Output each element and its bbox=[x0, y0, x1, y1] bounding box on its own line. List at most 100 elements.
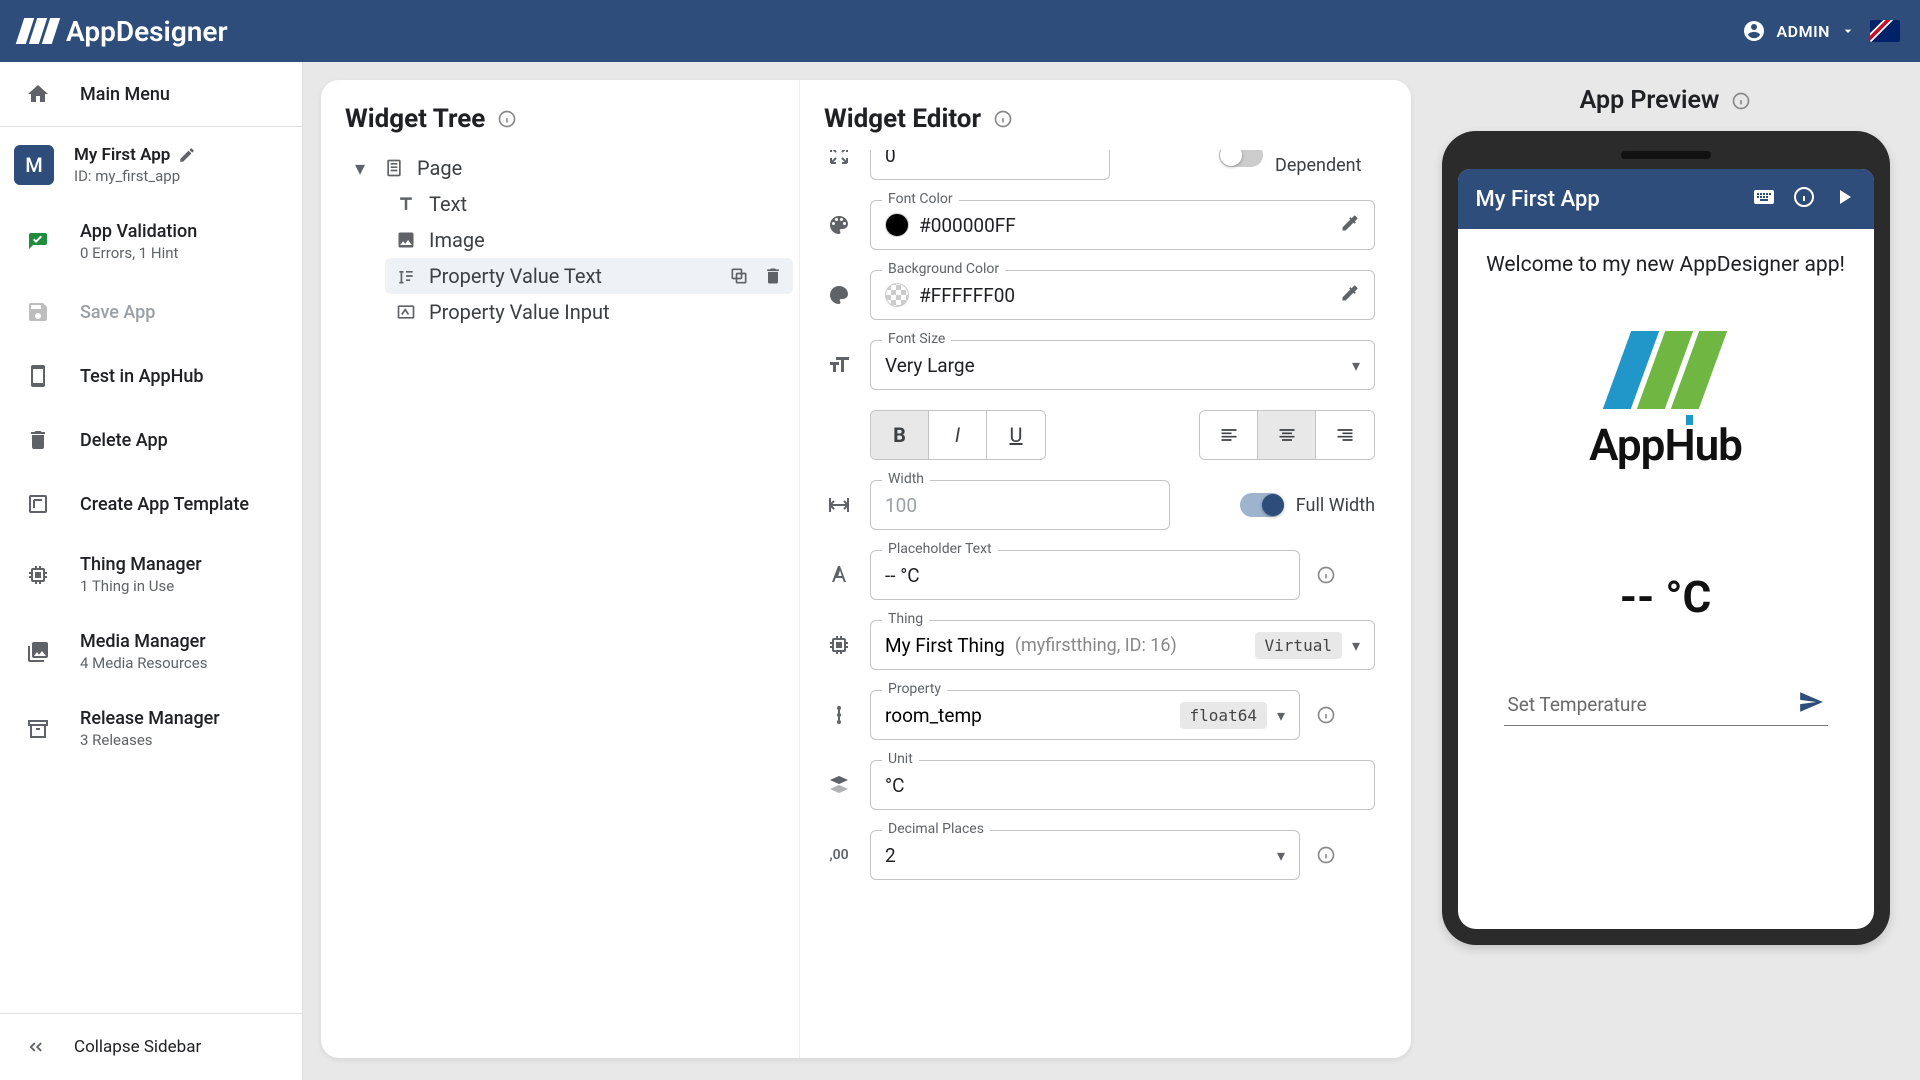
language-flag-uk[interactable] bbox=[1870, 20, 1900, 42]
direction-value-input[interactable] bbox=[885, 150, 1095, 167]
apphub-logo-text: AppHub bbox=[1589, 419, 1742, 471]
sidebar-thing-sub: 1 Thing in Use bbox=[80, 577, 202, 595]
width-label: Width bbox=[882, 471, 930, 487]
sidebar-save[interactable]: Save App bbox=[0, 280, 302, 344]
app-badge: M bbox=[14, 145, 54, 185]
eyedropper-icon[interactable] bbox=[1340, 213, 1360, 237]
user-area: ADMIN bbox=[1742, 19, 1900, 43]
bold-button[interactable]: B bbox=[871, 411, 929, 459]
chevron-double-left-icon bbox=[24, 1036, 46, 1058]
smartphone-icon bbox=[24, 362, 52, 390]
caret-down-icon: ▾ bbox=[355, 156, 371, 180]
sidebar-media-manager[interactable]: Media Manager 4 Media Resources bbox=[0, 613, 302, 690]
info-icon[interactable] bbox=[993, 109, 1013, 129]
property-input-icon bbox=[395, 301, 417, 323]
info-icon[interactable] bbox=[1316, 845, 1336, 865]
validation-icon bbox=[24, 228, 52, 256]
eyedropper-icon[interactable] bbox=[1340, 283, 1360, 307]
unit-input[interactable] bbox=[885, 774, 1360, 797]
template-icon bbox=[24, 490, 52, 518]
underline-button[interactable]: U bbox=[987, 411, 1045, 459]
tree-node-image[interactable]: Image bbox=[385, 222, 793, 258]
chevron-down-icon: ▾ bbox=[1277, 706, 1285, 725]
chevron-down-icon: ▾ bbox=[1352, 636, 1360, 655]
sidebar-validation[interactable]: App Validation 0 Errors, 1 Hint bbox=[0, 203, 302, 280]
tree-node-text[interactable]: Text bbox=[385, 186, 793, 222]
tree-node-page[interactable]: ▾ Page bbox=[345, 150, 793, 186]
media-icon bbox=[24, 638, 52, 666]
trash-icon[interactable] bbox=[763, 266, 783, 286]
sidebar-main-menu-label: Main Menu bbox=[80, 84, 170, 105]
italic-button[interactable]: I bbox=[929, 411, 987, 459]
align-left-button[interactable] bbox=[1200, 411, 1258, 459]
full-width-label: Full Width bbox=[1296, 495, 1375, 516]
info-icon[interactable] bbox=[1316, 565, 1336, 585]
sidebar-thing-manager[interactable]: Thing Manager 1 Thing in Use bbox=[0, 536, 302, 613]
play-icon[interactable] bbox=[1832, 185, 1856, 213]
phone-notch bbox=[1621, 151, 1711, 159]
font-size-select[interactable]: ▾ bbox=[870, 340, 1375, 390]
thing-secondary: (myfirstthing, ID: 16) bbox=[1015, 635, 1177, 656]
info-icon[interactable] bbox=[497, 109, 517, 129]
keyboard-icon[interactable] bbox=[1752, 185, 1776, 213]
tree-node-pvt-label: Property Value Text bbox=[429, 264, 717, 288]
align-group bbox=[1199, 410, 1375, 460]
sidebar-template[interactable]: Create App Template bbox=[0, 472, 302, 536]
expand-icon bbox=[824, 150, 854, 170]
edit-icon[interactable] bbox=[178, 146, 196, 164]
sidebar-validation-sub: 0 Errors, 1 Hint bbox=[80, 244, 197, 262]
placeholder-input[interactable] bbox=[885, 564, 1285, 587]
sidebar-thing-label: Thing Manager bbox=[80, 554, 202, 575]
full-width-toggle[interactable] bbox=[1240, 493, 1284, 517]
palette-icon bbox=[824, 210, 854, 240]
unit-label: Unit bbox=[882, 751, 919, 767]
info-icon[interactable] bbox=[1792, 185, 1816, 213]
user-menu[interactable]: ADMIN bbox=[1742, 19, 1856, 43]
scale-icon bbox=[824, 770, 854, 800]
chevron-down-icon: ▾ bbox=[1352, 356, 1360, 375]
sidebar-collapse[interactable]: Collapse Sidebar bbox=[0, 1013, 302, 1080]
thing-select[interactable]: My First Thing (myfirstthing, ID: 16) Vi… bbox=[870, 620, 1375, 670]
phone-frame: My First App Welcome to my new AppDesign… bbox=[1442, 131, 1890, 945]
sidebar-main-menu[interactable]: Main Menu bbox=[0, 62, 302, 126]
tree-node-property-value-input[interactable]: Property Value Input bbox=[385, 294, 793, 330]
app-title: My First App bbox=[74, 145, 170, 165]
widget-tree-panel: Widget Tree ▾ Page Text Image bbox=[321, 80, 799, 1058]
sidebar-test[interactable]: Test in AppHub bbox=[0, 344, 302, 408]
align-right-button[interactable] bbox=[1316, 411, 1374, 459]
palette-icon bbox=[824, 280, 854, 310]
sidebar: Main Menu M My First App ID: my_first_ap… bbox=[0, 62, 303, 1080]
text-style-group: B I U bbox=[870, 410, 1046, 460]
sidebar-delete-label: Delete App bbox=[80, 430, 168, 451]
sidebar-release-manager[interactable]: Release Manager 3 Releases bbox=[0, 690, 302, 767]
decimal-icon: ,00 bbox=[824, 840, 854, 870]
phone-topbar: My First App bbox=[1458, 169, 1874, 229]
property-select[interactable]: room_temp float64 ▾ bbox=[870, 690, 1300, 740]
phone-app-title: My First App bbox=[1476, 187, 1736, 212]
align-center-button[interactable] bbox=[1258, 411, 1316, 459]
archive-icon bbox=[24, 715, 52, 743]
tree-node-pvi-label: Property Value Input bbox=[429, 300, 783, 324]
widget-editor-title: Widget Editor bbox=[824, 104, 981, 134]
info-icon[interactable] bbox=[1731, 91, 1751, 111]
trash-icon bbox=[24, 426, 52, 454]
thing-label: Thing bbox=[882, 611, 929, 627]
font-color-input[interactable] bbox=[919, 214, 1330, 237]
sidebar-app-header[interactable]: M My First App ID: my_first_app bbox=[0, 127, 302, 203]
editor-scroll[interactable]: Direction-Dependent Font Color bbox=[824, 150, 1387, 1050]
app-id: ID: my_first_app bbox=[74, 167, 288, 185]
sidebar-delete[interactable]: Delete App bbox=[0, 408, 302, 472]
home-icon bbox=[24, 80, 52, 108]
decimal-select[interactable]: ▾ bbox=[870, 830, 1300, 880]
set-temperature-input[interactable]: Set Temperature bbox=[1504, 683, 1828, 726]
font-size-label: Font Size bbox=[882, 331, 951, 347]
info-icon[interactable] bbox=[1316, 705, 1336, 725]
copy-icon[interactable] bbox=[729, 266, 749, 286]
tree-node-property-value-text[interactable]: Property Value Text bbox=[385, 258, 793, 294]
bg-color-input[interactable] bbox=[919, 284, 1330, 307]
thing-chip: Virtual bbox=[1255, 632, 1342, 659]
send-icon[interactable] bbox=[1798, 689, 1824, 719]
property-value: room_temp bbox=[885, 704, 1170, 727]
property-label: Property bbox=[882, 681, 947, 697]
direction-dependent-toggle[interactable] bbox=[1219, 150, 1263, 167]
